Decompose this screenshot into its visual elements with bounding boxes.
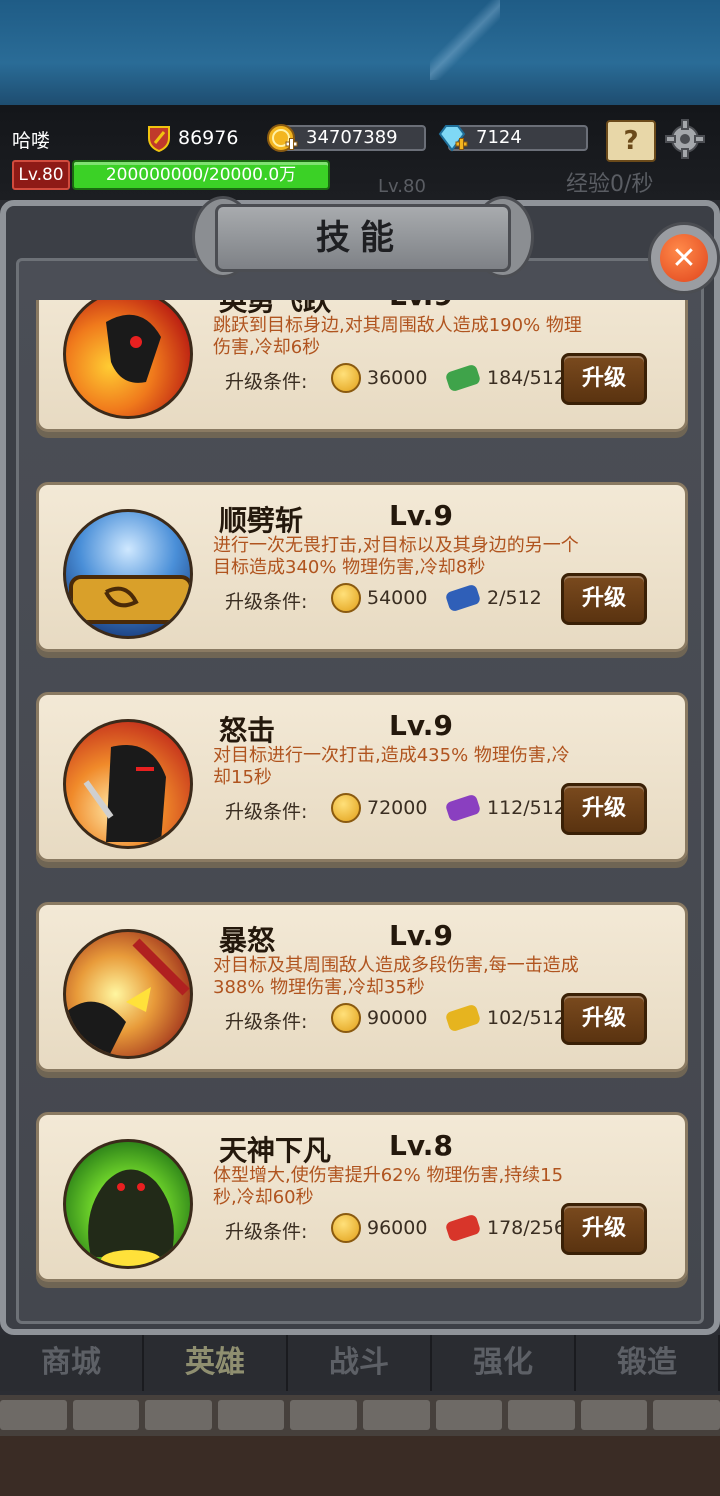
skill-name: 暴怒 — [219, 924, 276, 957]
skill-name: 天神下凡 — [219, 1134, 332, 1167]
player-level-badge: Lv.80 — [12, 160, 70, 190]
gold-coin-add-icon — [266, 122, 298, 154]
scroll-fragments: 178/256 — [487, 1217, 566, 1239]
skill-card: 顺劈斩 Lv.9 进行一次无畏打击,对目标以及其身边的另一个目标造成340% 物… — [36, 482, 688, 652]
brick — [290, 1400, 357, 1430]
skill-description: 进行一次无畏打击,对目标以及其身边的另一个目标造成340% 物理伤害,冷却8秒 — [213, 535, 579, 578]
skill-portrait — [63, 300, 193, 419]
settings-gear-icon[interactable] — [664, 118, 706, 160]
brick — [653, 1400, 720, 1430]
gold-coin-icon — [331, 363, 361, 393]
help-book-icon[interactable]: ? — [606, 120, 656, 162]
skill-scroll-icon — [444, 793, 482, 823]
skill-card: 暴怒 Lv.9 对目标及其周围敌人造成多段伤害,每一击造成 388% 物理伤害,… — [36, 902, 688, 1072]
gold-coin-icon — [331, 583, 361, 613]
gold-coin-icon — [331, 1003, 361, 1033]
upgrade-button[interactable]: 升级 — [561, 783, 647, 835]
skill-description: 对目标进行一次打击,造成435% 物理伤害,冷却15秒 — [213, 745, 570, 788]
brick — [72, 1400, 140, 1430]
panel-title: 技能 — [316, 218, 404, 258]
upgrade-requirement-label: 升级条件: — [225, 371, 308, 393]
skill-portrait — [63, 929, 193, 1059]
skill-scroll-icon — [444, 363, 482, 393]
scroll-fragments: 184/512 — [487, 367, 566, 389]
upgrade-button[interactable]: 升级 — [561, 573, 647, 625]
upgrade-cost: 96000 — [367, 1217, 428, 1239]
skill-portrait — [63, 509, 193, 639]
upgrade-cost: 90000 — [367, 1007, 428, 1029]
gold-coin-icon — [331, 793, 361, 823]
scroll-fragments: 102/512 — [487, 1007, 566, 1029]
gold-value: 34707389 — [278, 125, 426, 151]
gold-display[interactable]: 34707389 — [266, 124, 426, 152]
skill-name: 怒击 — [219, 714, 276, 747]
background-exp-rate-text: 经验0/秒 — [566, 172, 654, 197]
skill-card: 怒击 Lv.9 对目标进行一次打击,造成435% 物理伤害,冷却15秒 升级条件… — [36, 692, 688, 862]
sword-shield-icon — [146, 124, 172, 152]
nav-tab-hero[interactable]: 英雄 — [144, 1335, 288, 1391]
background-level-text: Lv.80 — [378, 176, 426, 197]
power-display: 86976 — [146, 124, 238, 152]
skill-portrait — [63, 1139, 193, 1269]
brick — [362, 1400, 430, 1430]
upgrade-requirement-label: 升级条件: — [225, 1221, 308, 1243]
sky-decoration — [430, 0, 500, 80]
skill-portrait — [63, 719, 193, 849]
close-button[interactable]: ✕ — [648, 222, 720, 294]
upgrade-requirement-label: 升级条件: — [225, 1011, 308, 1033]
upgrade-cost: 36000 — [367, 367, 428, 389]
skill-scroll-icon — [444, 583, 482, 613]
brick — [0, 1400, 67, 1430]
nav-tab-enhance[interactable]: 强化 — [432, 1335, 576, 1391]
brick-wall — [0, 1400, 720, 1430]
bottom-nav: 商城 英雄 战斗 强化 锻造 — [0, 1335, 720, 1395]
gold-coin-icon — [331, 1213, 361, 1243]
diamond-display[interactable]: 7124 — [436, 124, 588, 152]
ground-lower — [0, 1436, 720, 1496]
skill-level: Lv.9 — [389, 709, 453, 742]
skill-name: 顺劈斩 — [219, 504, 304, 537]
upgrade-button[interactable]: 升级 — [561, 993, 647, 1045]
power-value: 86976 — [178, 127, 239, 149]
skill-level: Lv.9 — [389, 300, 453, 312]
skill-description: 对目标及其周围敌人造成多段伤害,每一击造成 388% 物理伤害,冷却35秒 — [213, 955, 579, 998]
upgrade-button[interactable]: 升级 — [561, 353, 647, 405]
close-icon: ✕ — [660, 234, 708, 282]
background-sky — [0, 0, 720, 105]
upgrade-cost: 72000 — [367, 797, 428, 819]
brick — [580, 1400, 648, 1430]
experience-bar: 200000000/20000.0万 — [72, 160, 330, 190]
scroll-fragments: 112/512 — [487, 797, 566, 819]
skill-card: 英勇飞跃 Lv.9 跳跃到目标身边,对其周围敌人造成190% 物理伤害,冷却6秒… — [36, 300, 688, 432]
skill-level: Lv.9 — [389, 499, 453, 532]
upgrade-cost: 54000 — [367, 587, 428, 609]
diamond-value: 7124 — [448, 125, 588, 151]
player-name: 哈喽 — [12, 130, 51, 152]
skill-level: Lv.8 — [389, 1129, 453, 1162]
brick — [508, 1400, 575, 1430]
brick — [217, 1400, 285, 1430]
skill-list[interactable]: 英勇飞跃 Lv.9 跳跃到目标身边,对其周围敌人造成190% 物理伤害,冷却6秒… — [36, 300, 688, 1290]
brick — [435, 1400, 503, 1430]
upgrade-requirement-label: 升级条件: — [225, 591, 308, 613]
skill-scroll-icon — [444, 1213, 482, 1243]
nav-tab-forge[interactable]: 锻造 — [576, 1335, 720, 1391]
upgrade-button[interactable]: 升级 — [561, 1203, 647, 1255]
skill-card: 天神下凡 Lv.8 体型增大,使伤害提升62% 物理伤害,持续15秒,冷却60秒… — [36, 1112, 688, 1282]
nav-tab-shop[interactable]: 商城 — [0, 1335, 144, 1391]
skill-description: 体型增大,使伤害提升62% 物理伤害,持续15秒,冷却60秒 — [213, 1165, 564, 1208]
skill-scroll-icon — [444, 1003, 482, 1033]
skill-level: Lv.9 — [389, 919, 453, 952]
diamond-add-icon — [436, 122, 468, 154]
skill-description: 跳跃到目标身边,对其周围敌人造成190% 物理伤害,冷却6秒 — [213, 315, 582, 358]
nav-tab-battle[interactable]: 战斗 — [288, 1335, 432, 1391]
brick — [145, 1400, 212, 1430]
scroll-fragments: 2/512 — [487, 587, 542, 609]
upgrade-requirement-label: 升级条件: — [225, 801, 308, 823]
